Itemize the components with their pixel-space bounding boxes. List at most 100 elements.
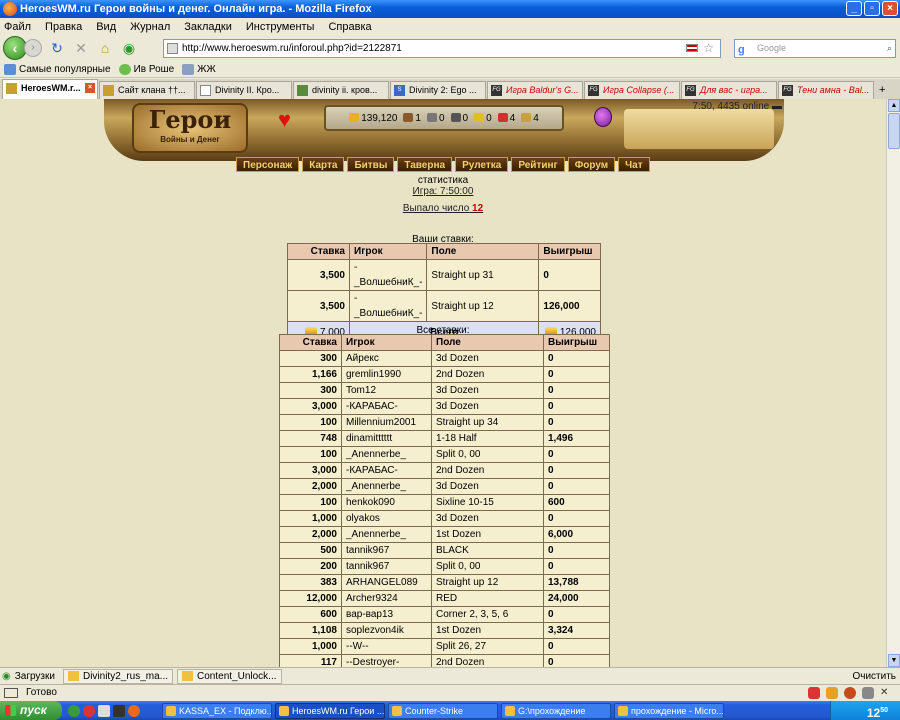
tab-divinity-2[interactable]: divinity ii. кров... (293, 81, 389, 99)
search-input[interactable]: g Google ⌕ (734, 39, 896, 58)
game-time-link[interactable]: Игра: 7:50:00 (0, 186, 886, 197)
adblock-icon[interactable] (808, 687, 820, 699)
tab-favicon: FG (782, 85, 793, 96)
tab-shadows-amn[interactable]: FG Тени амна - Bal... (778, 81, 874, 99)
menu-view[interactable]: Вид (96, 21, 116, 33)
table-header-row: Ставка Игрок Поле Выигрыш (279, 334, 610, 351)
gems-icon (521, 112, 532, 122)
game-menu: Персонаж Карта Битвы Таверна Рулетка Рей… (236, 157, 650, 172)
game-menu-rating[interactable]: Рейтинг (511, 157, 565, 172)
wood-icon (403, 112, 414, 122)
tab-collapse[interactable]: FG Игра Collapse (... (584, 81, 680, 99)
menu-help[interactable]: Справка (328, 21, 371, 33)
table-row: 1,000 --W-- Split 26, 27 0 (279, 638, 610, 655)
reload-icon[interactable]: ↻ (48, 39, 66, 57)
address-bar[interactable]: http://www.heroeswm.ru/inforoul.php?id=2… (163, 39, 721, 58)
maximize-button[interactable]: ▫ (864, 1, 880, 16)
addon-icon[interactable]: ◉ (120, 39, 138, 57)
table-row: 300 Айрекс 3d Dozen 0 (279, 350, 610, 367)
sulfur-icon (474, 112, 485, 122)
close-button[interactable]: × (882, 1, 898, 16)
tab-heroeswm[interactable]: HeroesWM.r... × (2, 79, 98, 99)
online-counter: 7:50, 4435 online ▬ (692, 101, 782, 112)
menu-file[interactable]: Файл (4, 21, 31, 33)
quicklaunch-icon[interactable] (83, 704, 95, 717)
tab-favicon: FG (491, 85, 502, 96)
addon-icon[interactable] (826, 687, 838, 699)
all-bets-table: Ставка Игрок Поле Выигрыш 300 Айрекс 3d Do… (279, 334, 610, 667)
quick-launch (68, 704, 140, 717)
tab-divinity-1[interactable]: Divinity II. Кро... (196, 81, 292, 99)
column-header: Поле (426, 243, 540, 260)
quicklaunch-icon[interactable] (68, 704, 80, 717)
quicklaunch-icon[interactable] (98, 704, 110, 717)
resource-gems: 4 (521, 112, 539, 124)
menu-bar: Файл Правка Вид Журнал Закладки Инструме… (0, 18, 900, 35)
tab-favicon (200, 85, 211, 96)
taskbar-item[interactable]: прохождение - Micro... (614, 702, 724, 719)
forward-button[interactable]: › (24, 39, 42, 57)
close-status-icon[interactable]: ✕ (880, 687, 892, 699)
stop-icon[interactable]: ✕ (72, 39, 90, 57)
game-logo[interactable]: Герои Войны и Денег (132, 103, 248, 153)
clear-downloads-button[interactable]: Очистить (852, 671, 896, 682)
tab-divinity-ego[interactable]: S Divinity 2: Ego ... (390, 81, 486, 99)
flag-icon (686, 44, 698, 52)
table-row: 748 dinamitttttt 1-18 Half 1,496 (279, 430, 610, 447)
game-menu-roulette[interactable]: Рулетка (455, 157, 509, 172)
dropped-number-link[interactable]: Выпало число 12 (0, 203, 886, 214)
tab-clan-site[interactable]: Сайт клана ††... (99, 81, 195, 99)
game-menu-character[interactable]: Персонаж (236, 157, 300, 172)
taskbar-item[interactable]: Counter-Strike (388, 702, 498, 719)
game-menu-tavern[interactable]: Таверна (397, 157, 453, 172)
menu-history[interactable]: Журнал (130, 21, 170, 33)
status-text: Готово (26, 687, 57, 698)
table-row: 12,000 Archer9324 RED 24,000 (279, 590, 610, 607)
game-menu-forum[interactable]: Форум (567, 157, 616, 172)
firefox-addon-icon[interactable] (844, 687, 856, 699)
statistics-header: статистика Игра: 7:50:00 (0, 175, 886, 197)
game-menu-map[interactable]: Карта (302, 157, 345, 172)
taskbar-item[interactable]: KASSA_EX - Подклю... (162, 702, 272, 719)
scroll-up-icon[interactable]: ▲ (888, 99, 900, 112)
window-title: HeroesWM.ru Герои войны и денег. Онлайн … (20, 3, 372, 15)
menu-edit[interactable]: Правка (45, 21, 82, 33)
taskbar-item[interactable]: HeroesWM.ru Герои ... (275, 702, 385, 719)
bookmark-icon (4, 63, 16, 75)
table-row: 100 _Anennerbe_ Split 0, 00 0 (279, 446, 610, 463)
mercury-icon (450, 112, 461, 122)
tab-for-you-game[interactable]: FG Для вас - игра... (681, 81, 777, 99)
scrollbar-thumb[interactable] (888, 113, 900, 149)
menu-tools[interactable]: Инструменты (246, 21, 315, 33)
tab-close-icon[interactable]: × (85, 83, 95, 93)
column-header: Поле (431, 334, 544, 351)
taskbar-item[interactable]: G:\прохождение (501, 702, 611, 719)
download-item[interactable]: Divinity2_rus_ma... (62, 668, 174, 684)
system-tray-clock: 1250 (830, 701, 900, 720)
minimize-button[interactable]: _ (846, 1, 862, 16)
google-icon: g (738, 44, 745, 56)
gold-icon (349, 112, 360, 122)
tab-list-icon[interactable]: + (879, 81, 885, 99)
menu-bookmarks[interactable]: Закладки (184, 21, 232, 33)
bookmarks-toolbar: Самые популярные Ив Роше ЖЖ (0, 61, 900, 78)
download-item[interactable]: Content_Unlock... (177, 668, 282, 684)
game-menu-battles[interactable]: Битвы (347, 157, 395, 172)
bookmark-lj[interactable]: ЖЖ (182, 63, 216, 75)
tools-icon[interactable] (862, 687, 874, 699)
start-button[interactable]: пуск (0, 701, 62, 720)
search-icon[interactable]: ⌕ (887, 40, 892, 57)
downloads-bar: ◉ Загрузки Divinity2_rus_ma... Content_U… (0, 667, 900, 684)
vertical-scrollbar[interactable]: ▲ ▼ (886, 99, 900, 667)
table-row: 300 Tom12 3d Dozen 0 (279, 382, 610, 399)
game-menu-chat[interactable]: Чат (618, 157, 650, 172)
quicklaunch-icon[interactable] (128, 704, 140, 717)
home-icon[interactable]: ⌂ (96, 39, 114, 57)
quicklaunch-icon[interactable] (113, 704, 125, 717)
bookmark-yves-rocher[interactable]: Ив Роше (118, 63, 174, 75)
scroll-down-icon[interactable]: ▼ (888, 654, 900, 667)
folder-icon (67, 671, 79, 681)
tab-baldurs-gate[interactable]: FG Игра Baldur's G... (487, 81, 583, 99)
bookmark-most-visited[interactable]: Самые популярные (4, 63, 111, 75)
bookmark-star-icon[interactable]: ☆ (703, 40, 714, 57)
